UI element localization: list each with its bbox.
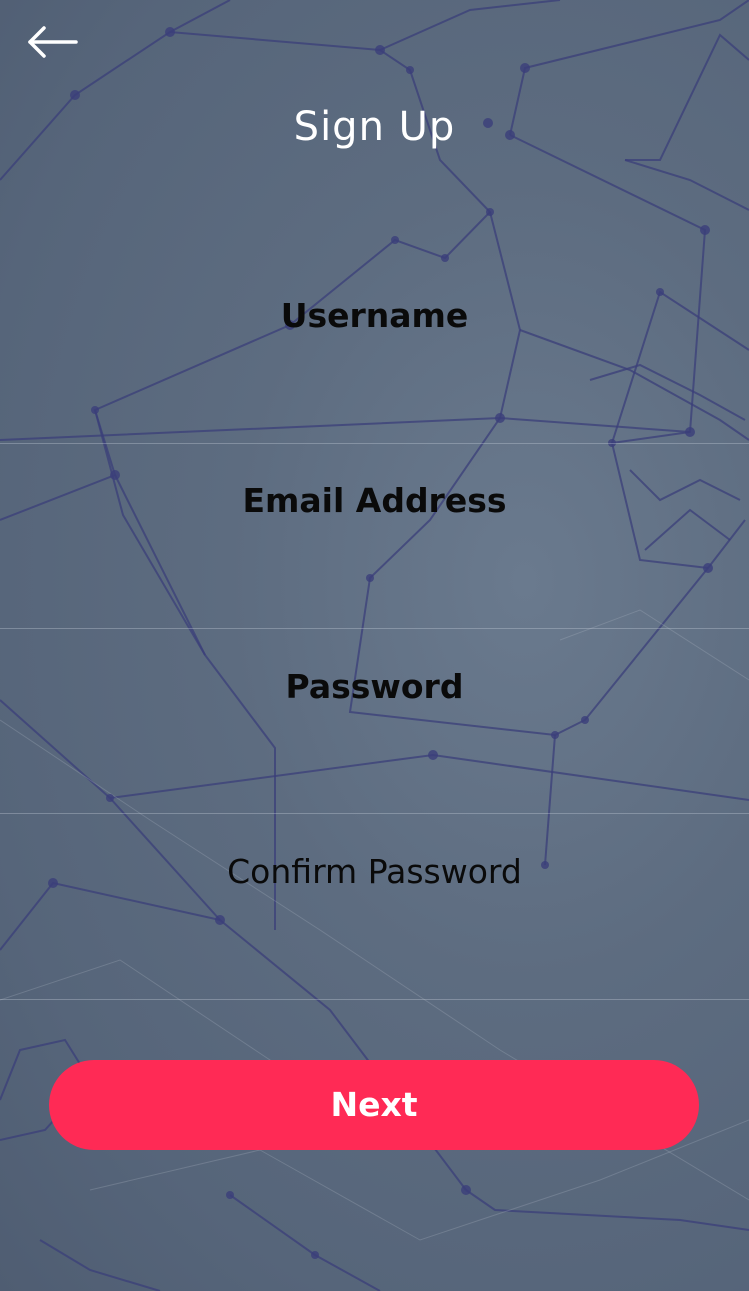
email-input[interactable] xyxy=(40,566,713,618)
confirm-password-label: Confirm Password xyxy=(227,852,522,891)
username-field: Username xyxy=(0,258,749,444)
back-button[interactable] xyxy=(26,22,82,62)
password-label: Password xyxy=(285,667,464,706)
confirm-password-input[interactable] xyxy=(40,937,713,989)
password-field: Password xyxy=(0,628,749,814)
username-label: Username xyxy=(280,296,469,335)
page-title: Sign Up xyxy=(293,104,456,150)
confirm-password-field: Confirm Password xyxy=(0,814,749,1000)
arrow-left-icon xyxy=(28,26,78,58)
next-button[interactable]: Next xyxy=(49,1060,699,1150)
password-input[interactable] xyxy=(40,751,713,803)
username-input[interactable] xyxy=(40,381,713,433)
email-label: Email Address xyxy=(242,481,507,520)
email-field: Email Address xyxy=(0,443,749,629)
